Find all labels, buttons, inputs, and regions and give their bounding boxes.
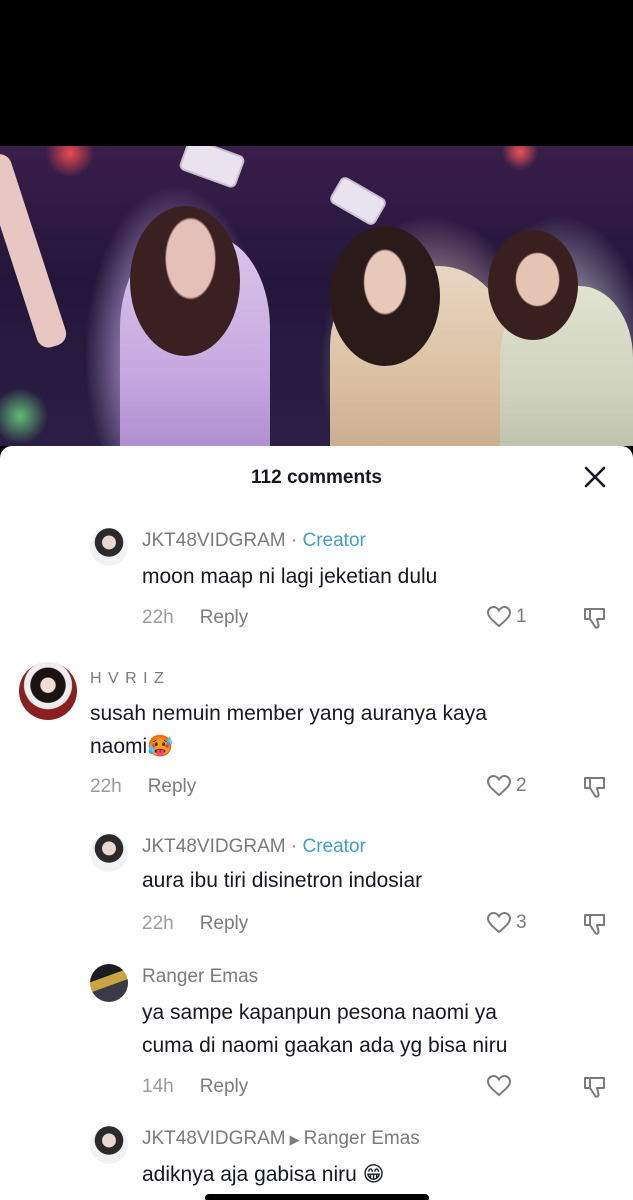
like-count: 3: [516, 912, 527, 933]
comment-item: Ranger Emas ya sampe kapanpun pesona nao…: [0, 962, 633, 1112]
avatar[interactable]: [19, 662, 77, 720]
heart-outline-icon: [486, 605, 512, 628]
performer-center-prop: [327, 175, 389, 227]
comments-sheet: 112 comments JKT48VIDGRAM · Creator moon…: [0, 446, 633, 1200]
comment-text: adiknya aja gabisa niru 😁: [142, 1158, 385, 1191]
like-button[interactable]: 2: [486, 774, 527, 798]
heart-outline-icon: [486, 911, 512, 934]
reply-button[interactable]: Reply: [148, 776, 197, 797]
comment-text-line: ya sampe kapanpun pesona naomi ya: [142, 1001, 497, 1024]
comment-text-line: susah nemuin member yang auranya kaya: [90, 702, 487, 725]
performer-left-hair: [130, 206, 240, 356]
performer-left-prop: [177, 146, 247, 190]
comment-text: susah nemuin member yang auranya kaya na…: [90, 697, 487, 763]
home-indicator[interactable]: [205, 1194, 429, 1200]
comment-item: H V R I Z susah nemuin member yang auran…: [0, 662, 633, 812]
username[interactable]: JKT48VIDGRAM: [142, 1128, 286, 1149]
performer-right-hair: [488, 230, 578, 340]
comment-author[interactable]: JKT48VIDGRAM ▶ Ranger Emas: [142, 1128, 420, 1150]
status-area: [0, 0, 633, 146]
comment-item: JKT48VIDGRAM · Creator aura ibu tiri dis…: [0, 830, 633, 940]
reply-to-username[interactable]: Ranger Emas: [304, 1128, 420, 1149]
comment-meta: 22h Reply: [142, 607, 248, 629]
heart-outline-icon: [486, 1074, 512, 1097]
thumbs-down-icon[interactable]: [582, 605, 608, 631]
reply-button[interactable]: Reply: [200, 913, 249, 934]
username[interactable]: Ranger Emas: [142, 966, 258, 987]
avatar[interactable]: [90, 528, 128, 566]
comments-header: 112 comments: [0, 446, 633, 508]
close-icon[interactable]: [583, 465, 607, 489]
performer-left-arm: [0, 151, 70, 351]
comment-text-line: aura ibu tiri disinetron indosiar: [142, 869, 423, 892]
like-button[interactable]: 3: [486, 911, 527, 935]
comment-text-line: moon maap ni lagi jeketian dulu: [142, 565, 438, 588]
comment-item: JKT48VIDGRAM · Creator moon maap ni lagi…: [0, 524, 633, 634]
username[interactable]: H V R I Z: [90, 670, 165, 687]
comment-text-line: adiknya aja gabisa niru 😁: [142, 1163, 385, 1186]
comment-text: ya sampe kapanpun pesona naomi ya cuma d…: [142, 996, 507, 1062]
thumbs-down-icon[interactable]: [582, 911, 608, 937]
comment-meta: 22h Reply: [142, 913, 248, 935]
comment-text: moon maap ni lagi jeketian dulu: [142, 560, 437, 593]
comment-meta: 14h Reply: [142, 1076, 248, 1098]
reply-arrow-icon: ▶: [289, 1132, 300, 1147]
separator-dot: ·: [290, 836, 298, 857]
username[interactable]: JKT48VIDGRAM: [142, 530, 286, 551]
comments-count-title: 112 comments: [251, 467, 382, 488]
avatar[interactable]: [90, 1126, 128, 1164]
comment-author[interactable]: Ranger Emas: [142, 966, 258, 988]
thumbs-down-icon[interactable]: [582, 1074, 608, 1100]
creator-badge: Creator: [302, 836, 366, 857]
comment-time: 22h: [142, 607, 174, 628]
reply-button[interactable]: Reply: [200, 1076, 249, 1097]
comment-text-line: naomi🥵: [90, 735, 174, 758]
reply-button[interactable]: Reply: [200, 607, 249, 628]
separator-dot: ·: [290, 530, 298, 551]
comment-text: aura ibu tiri disinetron indosiar: [142, 864, 422, 897]
creator-badge: Creator: [302, 530, 366, 551]
thumbs-down-icon[interactable]: [582, 774, 608, 800]
like-button[interactable]: [486, 1074, 516, 1098]
comment-author[interactable]: JKT48VIDGRAM · Creator: [142, 836, 366, 858]
avatar[interactable]: [90, 964, 128, 1002]
comment-item: JKT48VIDGRAM ▶ Ranger Emas adiknya aja gab…: [0, 1124, 633, 1200]
performer-center-hair: [330, 226, 440, 366]
avatar[interactable]: [90, 834, 128, 872]
comment-author[interactable]: H V R I Z: [90, 670, 165, 688]
like-count: 2: [516, 775, 527, 796]
comment-time: 22h: [142, 913, 174, 934]
like-button[interactable]: 1: [486, 605, 527, 629]
username[interactable]: JKT48VIDGRAM: [142, 836, 286, 857]
comment-author[interactable]: JKT48VIDGRAM · Creator: [142, 530, 366, 552]
like-count: 1: [516, 606, 527, 627]
comment-time: 22h: [90, 776, 122, 797]
comment-time: 14h: [142, 1076, 174, 1097]
comment-text-line: cuma di naomi gaakan ada yg bisa niru: [142, 1034, 508, 1057]
video-player[interactable]: [0, 146, 633, 446]
comment-meta: 22h Reply: [90, 776, 196, 798]
heart-outline-icon: [486, 774, 512, 797]
